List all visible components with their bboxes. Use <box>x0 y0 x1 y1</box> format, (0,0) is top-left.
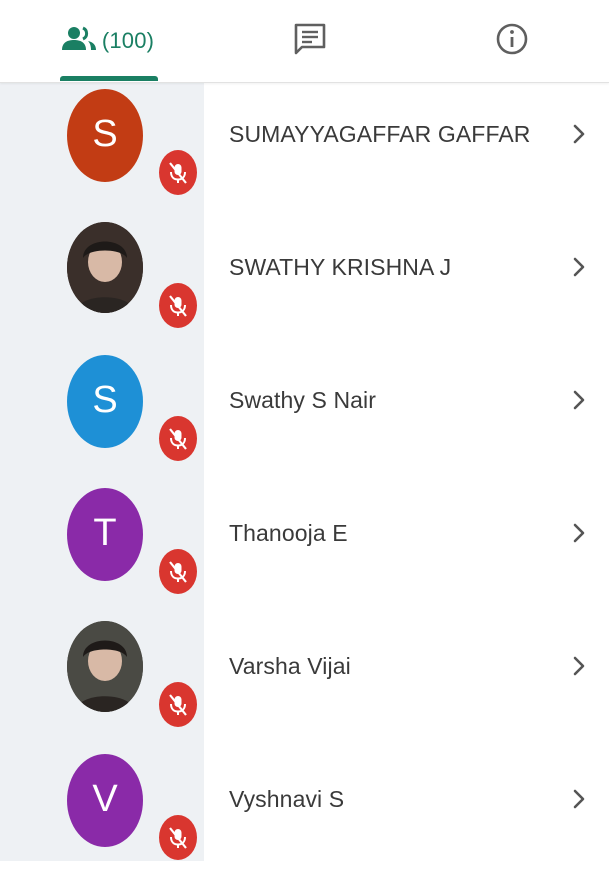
tab-chat[interactable] <box>268 0 352 82</box>
people-icon <box>61 26 96 57</box>
mic-off-icon <box>159 815 197 860</box>
mic-off-icon <box>159 682 197 727</box>
participant-avatar <box>67 222 143 313</box>
chat-icon <box>292 21 328 62</box>
participant-row[interactable]: S SUMAYYAGAFFAR GAFFAR <box>0 82 609 215</box>
participant-row[interactable]: V Vyshnavi S <box>0 747 609 880</box>
avatar-letter: T <box>93 512 117 554</box>
avatar-letter: S <box>92 379 118 421</box>
participant-name: Thanooja E <box>229 519 348 546</box>
participant-list: S SUMAYYAGAFFAR GAFFAR SWATHY KRISHNA J S Sw… <box>0 82 609 880</box>
avatar-letter: S <box>92 113 118 155</box>
chevron-right-icon[interactable] <box>571 255 587 279</box>
participant-name: Vyshnavi S <box>229 785 345 812</box>
participant-name: SWATHY KRISHNA J <box>229 253 452 280</box>
chevron-right-icon[interactable] <box>571 122 587 146</box>
chevron-right-icon[interactable] <box>571 521 587 545</box>
chevron-right-icon[interactable] <box>571 388 587 412</box>
mic-off-icon <box>159 416 197 461</box>
tab-bar: (100) <box>0 0 609 83</box>
participant-avatar: S <box>67 355 143 448</box>
info-icon <box>495 22 529 61</box>
mic-off-icon <box>159 283 197 328</box>
participant-avatar: T <box>67 488 143 581</box>
avatar-letter: V <box>92 778 118 820</box>
participant-row[interactable]: T Thanooja E <box>0 481 609 614</box>
mic-off-icon <box>159 549 197 594</box>
tab-info[interactable] <box>470 0 554 82</box>
chevron-right-icon[interactable] <box>571 654 587 678</box>
participant-name: SUMAYYAGAFFAR GAFFAR <box>229 120 531 147</box>
participant-avatar: V <box>67 754 143 847</box>
participant-row[interactable]: S Swathy S Nair <box>0 348 609 481</box>
participant-count: (100) <box>101 28 155 53</box>
participant-name: Swathy S Nair <box>229 386 377 413</box>
chevron-right-icon[interactable] <box>571 787 587 811</box>
avatar-photo-icon <box>67 222 143 313</box>
active-tab-indicator <box>60 76 158 81</box>
tab-people[interactable]: (100) <box>52 0 164 82</box>
mic-off-icon <box>159 150 197 195</box>
participant-row[interactable]: SWATHY KRISHNA J <box>0 215 609 348</box>
participant-name: Varsha Vijai <box>229 652 351 679</box>
participant-avatar: S <box>67 89 143 182</box>
participant-avatar <box>67 621 143 712</box>
participant-row[interactable]: Varsha Vijai <box>0 614 609 747</box>
avatar-photo-icon <box>67 621 143 712</box>
